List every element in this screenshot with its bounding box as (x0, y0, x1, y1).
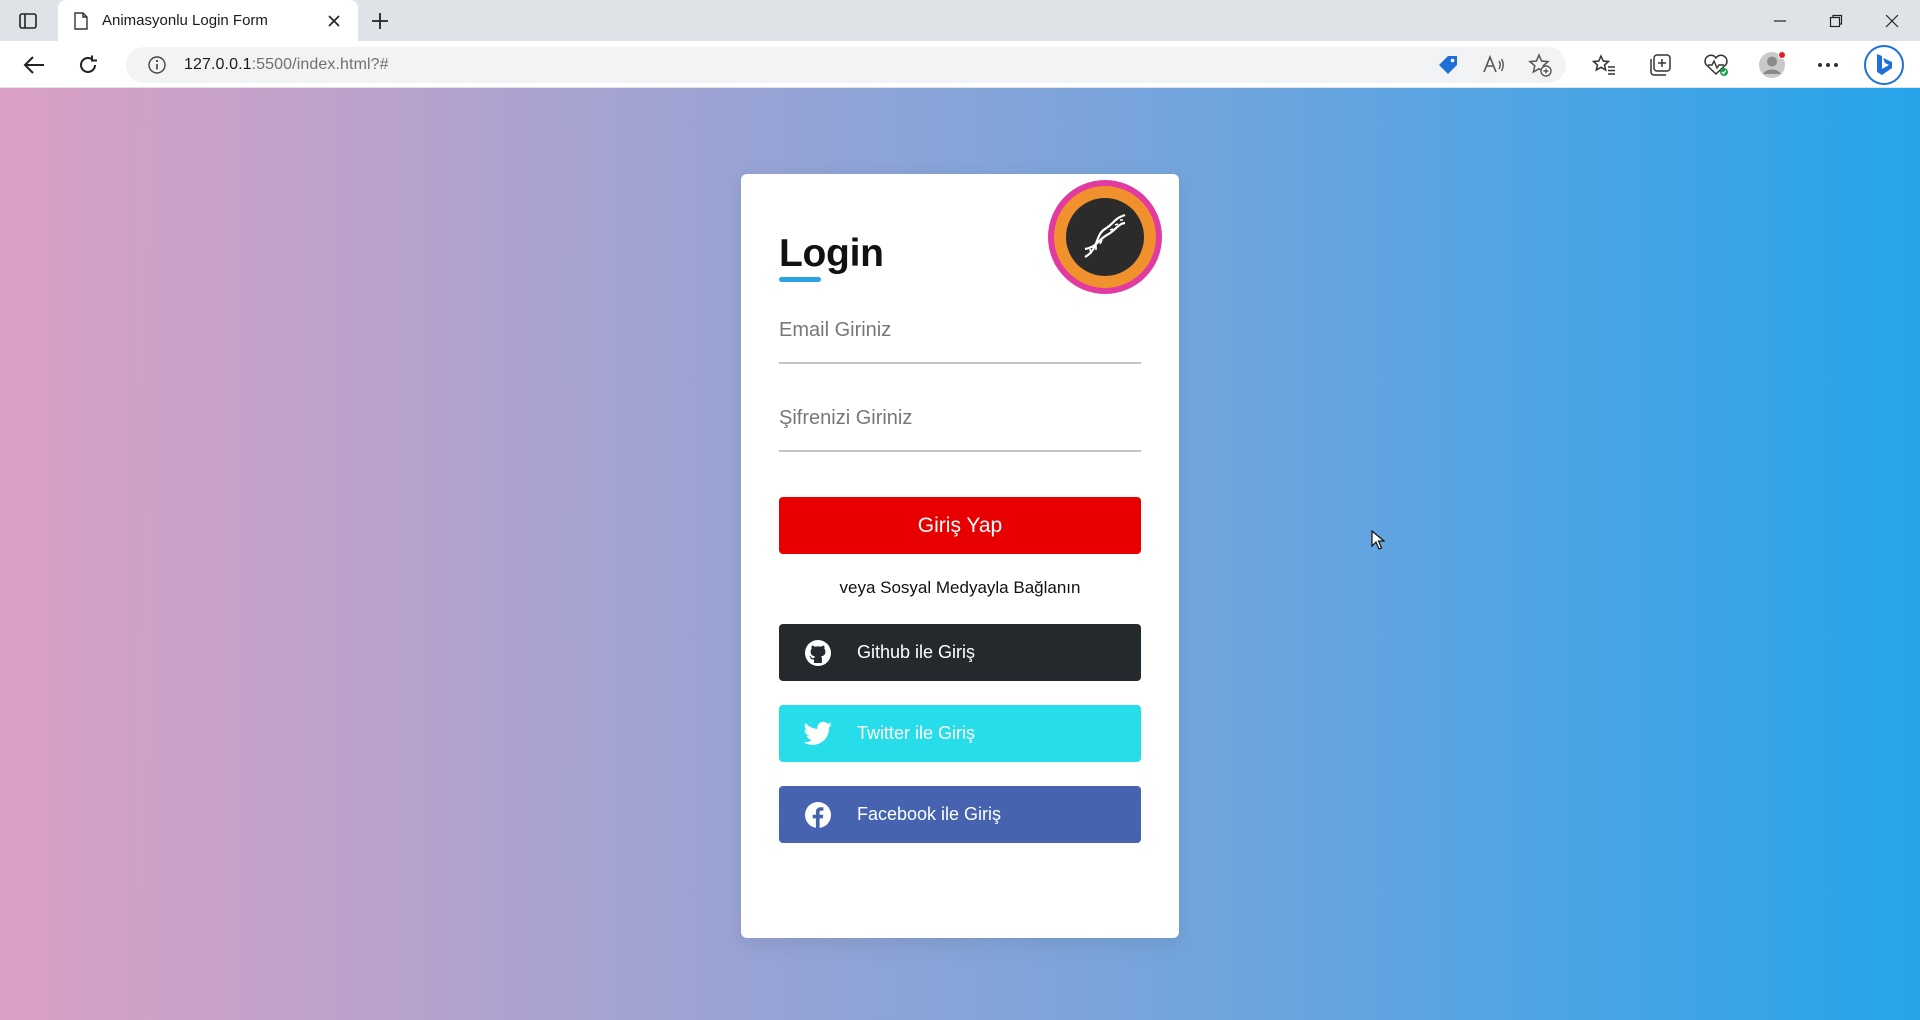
price-tag-icon[interactable] (1434, 51, 1462, 79)
window-controls (1752, 0, 1920, 41)
browser-essentials-icon[interactable] (1698, 47, 1734, 83)
minimize-icon[interactable] (1752, 0, 1808, 41)
read-aloud-icon[interactable] (1480, 51, 1508, 79)
bing-chat-icon[interactable] (1864, 45, 1904, 85)
twitter-login-label: Twitter ile Giriş (857, 723, 976, 743)
github-icon (803, 638, 833, 668)
dna-logo (1048, 180, 1162, 294)
favorites-icon[interactable] (1586, 47, 1622, 83)
title-underline (779, 277, 821, 282)
toolbar-right-icons (1586, 47, 1846, 83)
address-actions (1434, 51, 1554, 79)
github-login-label: Github ile Giriş (857, 642, 976, 662)
refresh-icon[interactable] (72, 49, 104, 81)
login-button[interactable]: Giriş Yap (779, 497, 1141, 554)
facebook-login-label: Facebook ile Giriş (857, 804, 1002, 824)
add-favorite-icon[interactable] (1526, 51, 1554, 79)
mouse-cursor (1371, 529, 1386, 550)
page-icon (72, 11, 90, 30)
more-icon[interactable] (1810, 47, 1846, 83)
facebook-icon (803, 800, 833, 830)
address-bar[interactable]: 127.0.0.1:5500/index.html?# (126, 47, 1566, 83)
tab-bar: Animasyonlu Login Form (0, 0, 1920, 41)
sidebar-toggle-icon[interactable] (14, 8, 42, 34)
new-tab-icon[interactable] (366, 7, 394, 35)
site-info-icon[interactable] (146, 54, 168, 76)
login-card: Login Giriş Yap veya Sosyal Medyayla Bağ… (741, 174, 1179, 938)
facebook-login-button[interactable]: Facebook ile Giriş (779, 786, 1141, 843)
github-login-button[interactable]: Github ile Giriş (779, 624, 1141, 681)
page-background: Login Giriş Yap veya Sosyal Medyayla Bağ… (0, 88, 1920, 1020)
social-divider-text: veya Sosyal Medyayla Bağlanın (839, 578, 1081, 597)
tab-title: Animasyonlu Login Form (102, 12, 268, 29)
collections-icon[interactable] (1642, 47, 1678, 83)
email-input[interactable] (779, 312, 1141, 364)
login-title: Login (779, 232, 884, 275)
dna-icon (1084, 213, 1126, 258)
close-window-icon[interactable] (1864, 0, 1920, 41)
twitter-login-button[interactable]: Twitter ile Giriş (779, 705, 1141, 762)
url-text: 127.0.0.1:5500/index.html?# (184, 56, 389, 73)
close-tab-icon[interactable] (322, 9, 346, 33)
twitter-icon (803, 719, 833, 749)
password-input[interactable] (779, 400, 1141, 452)
browser-tab[interactable]: Animasyonlu Login Form (58, 0, 358, 41)
back-icon[interactable] (18, 49, 50, 81)
restore-icon[interactable] (1808, 0, 1864, 41)
profile-icon[interactable] (1754, 47, 1790, 83)
browser-toolbar: 127.0.0.1:5500/index.html?# (0, 41, 1920, 88)
